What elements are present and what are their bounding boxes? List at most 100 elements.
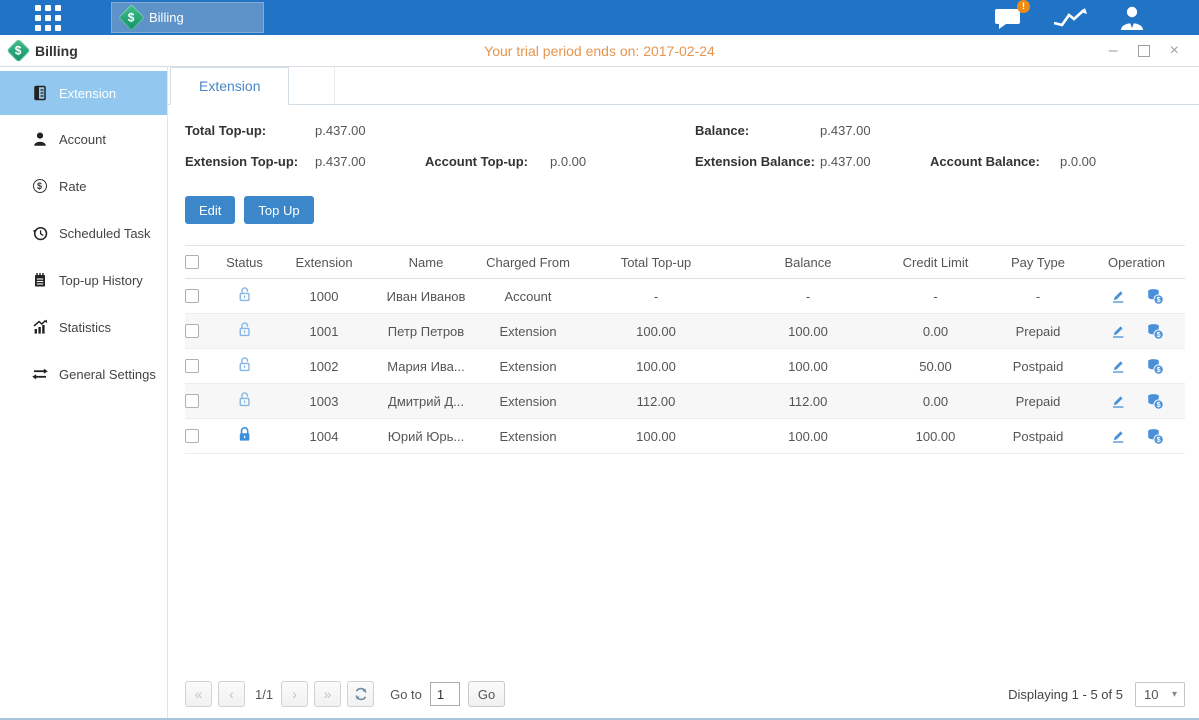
general-settings-icon bbox=[31, 366, 48, 382]
extension-balance-label: Extension Balance: bbox=[695, 154, 820, 169]
edit-icon[interactable] bbox=[1110, 428, 1126, 444]
col-balance: Balance bbox=[733, 255, 883, 270]
taskbar-tab-billing[interactable]: $ Billing bbox=[111, 2, 264, 33]
status-cell bbox=[216, 286, 273, 306]
sidebar: Extension Account $ Rate Scheduled Task bbox=[0, 67, 168, 718]
extension-table: Status Extension Name Charged From Total… bbox=[185, 245, 1185, 454]
row-checkbox[interactable] bbox=[185, 429, 199, 443]
sidebar-item-label: Statistics bbox=[59, 320, 111, 335]
sidebar-item-account[interactable]: Account bbox=[0, 116, 167, 162]
topup-button[interactable]: Top Up bbox=[244, 196, 313, 224]
notifications-icon[interactable]: ! bbox=[994, 6, 1023, 30]
topup-icon[interactable]: $ bbox=[1146, 358, 1164, 375]
maximize-icon[interactable] bbox=[1138, 45, 1150, 57]
topup-icon[interactable]: $ bbox=[1146, 428, 1164, 445]
col-name: Name bbox=[375, 255, 477, 270]
row-checkbox[interactable] bbox=[185, 394, 199, 408]
billing-app-icon: $ bbox=[118, 4, 145, 31]
go-button[interactable]: Go bbox=[468, 681, 505, 707]
sidebar-item-topup-history[interactable]: Top-up History bbox=[0, 257, 167, 303]
col-total-topup: Total Top-up bbox=[579, 255, 733, 270]
account-balance-value: p.0.00 bbox=[1060, 154, 1185, 169]
taskbar-tab-label: Billing bbox=[149, 10, 184, 25]
credit-limit-cell: 100.00 bbox=[883, 429, 988, 444]
edit-icon[interactable] bbox=[1110, 288, 1126, 304]
extension-icon bbox=[31, 85, 48, 101]
credit-limit-cell: 0.00 bbox=[883, 394, 988, 409]
table-row: 1000Иван ИвановAccount----$ bbox=[185, 279, 1185, 314]
unlocked-icon bbox=[236, 321, 253, 338]
tab-extension[interactable]: Extension bbox=[170, 67, 289, 105]
edit-icon[interactable] bbox=[1110, 393, 1126, 409]
status-cell bbox=[216, 391, 273, 411]
extension-cell: 1002 bbox=[273, 359, 375, 374]
topup-icon[interactable]: $ bbox=[1146, 393, 1164, 410]
app-grid-icon[interactable] bbox=[35, 5, 69, 31]
goto-page-input[interactable] bbox=[430, 682, 460, 706]
topup-icon[interactable]: $ bbox=[1146, 288, 1164, 305]
statistics-chart-icon[interactable] bbox=[1052, 6, 1088, 30]
first-page-button[interactable]: « bbox=[185, 681, 212, 707]
charged-from-cell: Extension bbox=[477, 394, 579, 409]
account-balance-label: Account Balance: bbox=[930, 154, 1060, 169]
trial-notice: Your trial period ends on: 2017-02-24 bbox=[0, 43, 1199, 59]
sidebar-item-statistics[interactable]: Statistics bbox=[0, 304, 167, 350]
tab-spacer bbox=[289, 67, 335, 104]
pagination-bar: « ‹ 1/1 › » Go to Go Displaying 1 - 5 of… bbox=[185, 680, 1185, 708]
page-size-value: 10 bbox=[1144, 687, 1158, 702]
sidebar-item-label: Account bbox=[59, 132, 106, 147]
sidebar-item-general-settings[interactable]: General Settings bbox=[0, 351, 167, 397]
name-cell: Юрий Юрь... bbox=[375, 429, 477, 444]
row-checkbox[interactable] bbox=[185, 324, 199, 338]
taskbar: $ Billing ! bbox=[0, 0, 1199, 35]
prev-page-button[interactable]: ‹ bbox=[218, 681, 245, 707]
sidebar-item-label: Scheduled Task bbox=[59, 226, 151, 241]
close-icon[interactable]: × bbox=[1170, 43, 1179, 59]
charged-from-cell: Extension bbox=[477, 324, 579, 339]
total-topup-cell: 112.00 bbox=[579, 394, 733, 409]
sidebar-item-extension[interactable]: Extension bbox=[0, 71, 167, 115]
edit-icon[interactable] bbox=[1110, 323, 1126, 339]
total-topup-cell: 100.00 bbox=[579, 359, 733, 374]
sidebar-item-scheduled-task[interactable]: Scheduled Task bbox=[0, 210, 167, 256]
chevron-down-icon: ▾ bbox=[1172, 689, 1177, 700]
account-topup-label: Account Top-up: bbox=[425, 154, 550, 169]
edit-button[interactable]: Edit bbox=[185, 196, 235, 224]
refresh-button[interactable] bbox=[347, 681, 374, 707]
table-row: 1002Мария Ива...Extension100.00100.0050.… bbox=[185, 349, 1185, 384]
locked-icon bbox=[236, 426, 253, 443]
row-checkbox[interactable] bbox=[185, 359, 199, 373]
edit-icon[interactable] bbox=[1110, 358, 1126, 374]
pay-type-cell: Postpaid bbox=[988, 359, 1088, 374]
balance-value: p.437.00 bbox=[820, 123, 930, 138]
total-topup-cell: - bbox=[579, 289, 733, 304]
topup-icon[interactable]: $ bbox=[1146, 323, 1164, 340]
account-icon bbox=[31, 131, 48, 147]
next-page-button[interactable]: › bbox=[281, 681, 308, 707]
balance-cell: 100.00 bbox=[733, 359, 883, 374]
operation-cell: $ bbox=[1088, 288, 1185, 305]
account-topup-value: p.0.00 bbox=[550, 154, 695, 169]
balance-label: Balance: bbox=[695, 123, 820, 138]
notification-badge: ! bbox=[1017, 0, 1030, 13]
col-status: Status bbox=[216, 255, 273, 270]
select-all-checkbox[interactable] bbox=[185, 255, 199, 269]
sidebar-item-rate[interactable]: $ Rate bbox=[0, 163, 167, 209]
operation-cell: $ bbox=[1088, 428, 1185, 445]
operation-cell: $ bbox=[1088, 323, 1185, 340]
user-account-icon[interactable] bbox=[1117, 5, 1147, 31]
operation-cell: $ bbox=[1088, 393, 1185, 410]
balance-cell: - bbox=[733, 289, 883, 304]
total-topup-value: p.437.00 bbox=[315, 123, 425, 138]
last-page-button[interactable]: » bbox=[314, 681, 341, 707]
extension-topup-value: p.437.00 bbox=[315, 154, 425, 169]
unlocked-icon bbox=[236, 356, 253, 373]
status-cell bbox=[216, 356, 273, 376]
table-row: 1003Дмитрий Д...Extension112.00112.000.0… bbox=[185, 384, 1185, 419]
charged-from-cell: Extension bbox=[477, 429, 579, 444]
minimize-icon[interactable]: – bbox=[1109, 43, 1118, 59]
main-panel: Extension Total Top-up: p.437.00 Balance… bbox=[168, 67, 1199, 718]
pay-type-cell: Prepaid bbox=[988, 324, 1088, 339]
row-checkbox[interactable] bbox=[185, 289, 199, 303]
page-size-select[interactable]: 10 ▾ bbox=[1135, 682, 1185, 707]
